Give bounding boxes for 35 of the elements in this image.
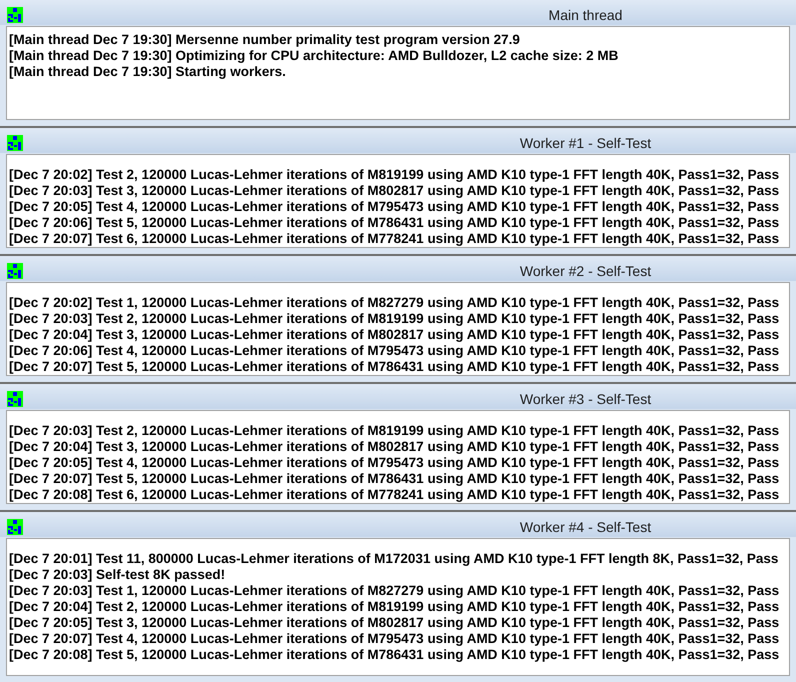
window-title: Worker #3 - Self-Test — [518, 390, 652, 409]
app-icon — [7, 6, 23, 22]
window-title: Main thread — [548, 6, 624, 25]
app-icon — [7, 518, 23, 534]
log-line: [Dec 7 20:07] Test 6, 120000 Lucas-Lehmer iterations of M778241 using AMD K10 type-1 FFT length 40K, Pass1=32, Pass — [9, 231, 780, 247]
log-line: [Main thread Dec 7 19:30] Optimizing for CPU architecture: AMD Bulldozer, L2 cache size: 2 MB — [9, 48, 618, 64]
log-line: [Dec 7 20:05] Test 4, 120000 Lucas-Lehmer iterations of M795473 using AMD K10 type-1 FFT length 40K, Pass1=32, Pass — [9, 199, 780, 215]
log-line: [Dec 7 20:06] Test 4, 120000 Lucas-Lehmer iterations of M795473 using AMD K10 type-1 FFT length 40K, Pass1=32, Pass — [9, 343, 780, 359]
window-title: Worker #4 - Self-Test — [518, 518, 652, 537]
log-line: [Dec 7 20:07] Test 5, 120000 Lucas-Lehmer iterations of M786431 using AMD K10 type-1 FFT length 40K, Pass1=32, Pass — [9, 359, 780, 375]
log-line: [Dec 7 20:08] Test 6, 120000 Lucas-Lehmer iterations of M778241 using AMD K10 type-1 FFT length 40K, Pass1=32, Pass — [9, 487, 780, 503]
app-icon — [7, 390, 23, 406]
log-line: [Dec 7 20:01] Test 11, 800000 Lucas-Lehmer iterations of M172031 using AMD K10 type-1 FFT length 8K, Pass1=32, Pass — [9, 551, 778, 567]
log-line: [Dec 7 20:04] Test 3, 120000 Lucas-Lehmer iterations of M802817 using AMD K10 type-1 FFT length 40K, Pass1=32, Pass — [9, 439, 780, 455]
log-line: [Dec 7 20:03] Test 2, 120000 Lucas-Lehmer iterations of M819199 using AMD K10 type-1 FFT length 40K, Pass1=32, Pass — [9, 311, 780, 327]
log-line: [Main thread Dec 7 19:30] Starting workers. — [9, 64, 286, 80]
log-line: [Dec 7 20:06] Test 5, 120000 Lucas-Lehmer iterations of M786431 using AMD K10 type-1 FFT length 40K, Pass1=32, Pass — [9, 215, 780, 231]
log-line: [Dec 7 20:07] Test 5, 120000 Lucas-Lehmer iterations of M786431 using AMD K10 type-1 FFT length 40K, Pass1=32, Pass — [9, 471, 780, 487]
window-title: Worker #1 - Self-Test — [518, 134, 652, 153]
log-line: [Dec 7 20:07] Test 4, 120000 Lucas-Lehmer iterations of M795473 using AMD K10 type-1 FFT length 40K, Pass1=32, Pass — [9, 631, 780, 647]
log-line: [Dec 7 20:02] Test 2, 120000 Lucas-Lehmer iterations of M819199 using AMD K10 type-1 FFT length 40K, Pass1=32, Pass — [9, 167, 780, 183]
app-icon — [7, 262, 23, 278]
log-line: [Dec 7 20:02] Test 1, 120000 Lucas-Lehmer iterations of M827279 using AMD K10 type-1 FFT length 40K, Pass1=32, Pass — [9, 295, 780, 311]
log-line: [Dec 7 20:05] Test 3, 120000 Lucas-Lehmer iterations of M802817 using AMD K10 type-1 FFT length 40K, Pass1=32, Pass — [9, 615, 780, 631]
log-line: [Dec 7 20:04] Test 2, 120000 Lucas-Lehmer iterations of M819199 using AMD K10 type-1 FFT length 40K, Pass1=32, Pass — [9, 599, 780, 615]
app-icon — [7, 134, 23, 150]
log-line: [Dec 7 20:03] Test 2, 120000 Lucas-Lehmer iterations of M819199 using AMD K10 type-1 FFT length 40K, Pass1=32, Pass — [9, 423, 780, 439]
log-line: [Dec 7 20:08] Test 5, 120000 Lucas-Lehmer iterations of M786431 using AMD K10 type-1 FFT length 40K, Pass1=32, Pass — [9, 647, 780, 663]
log-line: [Dec 7 20:03] Test 3, 120000 Lucas-Lehmer iterations of M802817 using AMD K10 type-1 FFT length 40K, Pass1=32, Pass — [9, 183, 780, 199]
window-title: Worker #2 - Self-Test — [518, 262, 652, 281]
log-line: [Dec 7 20:03] Test 1, 120000 Lucas-Lehmer iterations of M827279 using AMD K10 type-1 FFT length 40K, Pass1=32, Pass — [9, 583, 780, 599]
log-line: [Dec 7 20:03] Self-test 8K passed! — [9, 567, 226, 583]
log-line: [Main thread Dec 7 19:30] Mersenne number primality test program version 27.9 — [9, 32, 520, 48]
log-line: [Dec 7 20:04] Test 3, 120000 Lucas-Lehmer iterations of M802817 using AMD K10 type-1 FFT length 40K, Pass1=32, Pass — [9, 327, 780, 343]
log-line: [Dec 7 20:05] Test 4, 120000 Lucas-Lehmer iterations of M795473 using AMD K10 type-1 FFT length 40K, Pass1=32, Pass — [9, 455, 780, 471]
